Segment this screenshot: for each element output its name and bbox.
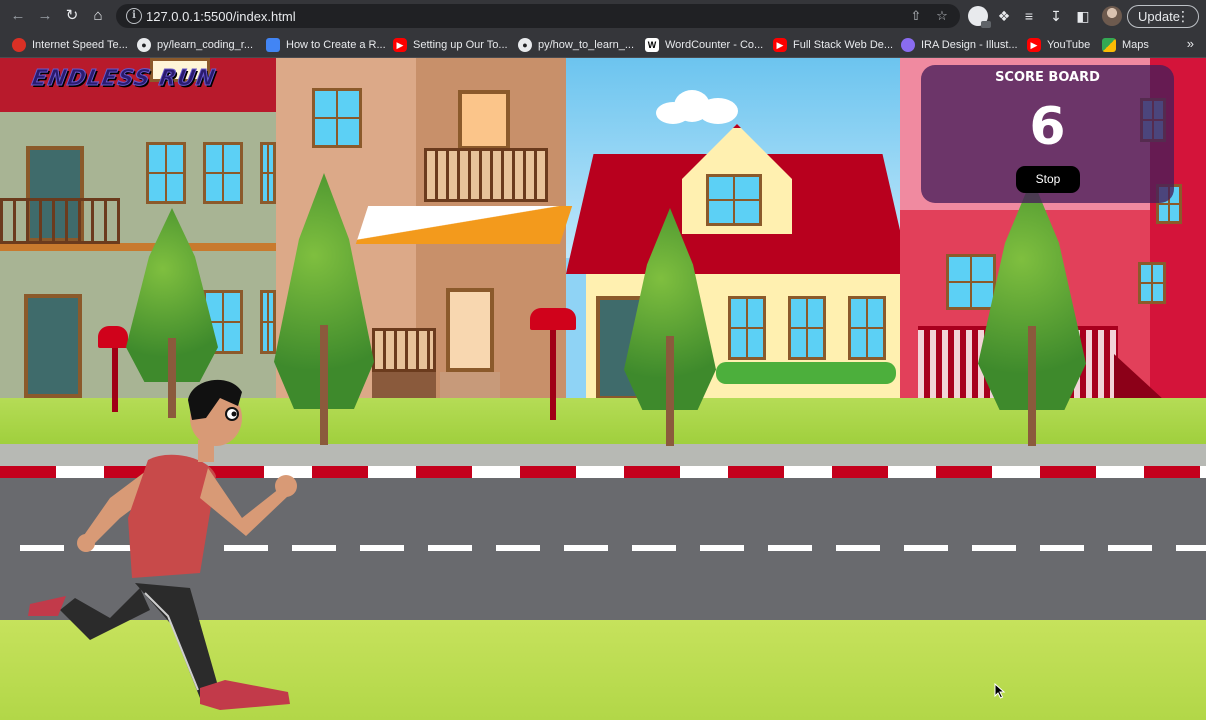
profile-avatar[interactable] [1102, 6, 1122, 26]
bookmark-item[interactable]: ▶ YouTube [1027, 37, 1090, 53]
address-bar-url[interactable]: 127.0.0.1:5500/index.html [146, 9, 296, 24]
bookmarks-bar: Internet Speed Te... ● py/learn_coding_r.… [0, 32, 1206, 58]
youtube-icon: ▶ [393, 38, 407, 53]
bookmark-item[interactable]: IRA Design - Illust... [901, 37, 1018, 53]
bookmark-item[interactable]: ▶ Setting up Our To... [393, 37, 508, 53]
update-button-label: Update [1138, 9, 1180, 24]
tree [978, 178, 1086, 446]
update-button[interactable]: Update ⋮ [1127, 5, 1199, 28]
bookmark-item[interactable]: ● py/how_to_learn_... [518, 37, 634, 53]
speedtest-icon [12, 38, 26, 53]
youtube-icon: ▶ [773, 38, 787, 53]
runner-character [28, 379, 297, 710]
game-logo: ENDLESS RUN [29, 66, 218, 92]
download-icon[interactable]: ↧ [1047, 7, 1065, 25]
bookmark-item[interactable]: ● py/learn_coding_r... [137, 37, 253, 53]
forward-arrow-icon[interactable]: → [35, 6, 55, 26]
github-icon: ● [137, 38, 151, 53]
bookmark-item[interactable]: W WordCounter - Co... [645, 37, 763, 53]
share-icon[interactable]: ⇧ [908, 8, 924, 24]
scoreboard-panel: SCORE BOARD 6 Stop [921, 65, 1174, 203]
bookmark-star-icon[interactable]: ☆ [934, 8, 950, 24]
reload-icon[interactable]: ↻ [62, 6, 82, 26]
extension-ghost-icon[interactable] [968, 6, 991, 28]
extensions-puzzle-icon[interactable]: ❖ [995, 7, 1013, 25]
scoreboard-title: SCORE BOARD [995, 70, 1100, 85]
site-info-icon[interactable]: i [126, 8, 142, 24]
bookmark-item[interactable]: How to Create a R... [266, 37, 386, 53]
more-options-icon[interactable]: ⋮ [1176, 6, 1190, 27]
bookmark-item[interactable]: Maps [1102, 37, 1149, 53]
side-panel-icon[interactable]: ◧ [1074, 7, 1092, 25]
mouse-pointer-icon [994, 683, 1006, 699]
maps-icon [1102, 38, 1116, 53]
reading-list-icon[interactable]: ≡ [1020, 7, 1038, 25]
address-bar[interactable]: i 127.0.0.1:5500/index.html ⇧ ☆ [116, 4, 960, 28]
house-red-roof [566, 118, 910, 400]
home-icon[interactable]: ⌂ [88, 6, 108, 26]
youtube-icon: ▶ [1027, 38, 1041, 53]
score-value: 6 [1029, 97, 1066, 157]
bookmark-favicon [266, 38, 280, 53]
github-icon: ● [518, 38, 532, 53]
browser-toolbar: ← → ↻ ⌂ i 127.0.0.1:5500/index.html ⇧ ☆ … [0, 0, 1206, 32]
stop-button[interactable]: Stop [1016, 166, 1080, 193]
bookmark-item[interactable]: Internet Speed Te... [12, 37, 128, 53]
ira-design-icon [901, 38, 915, 53]
tree [624, 208, 716, 446]
bookmark-item[interactable]: ▶ Full Stack Web De... [773, 37, 893, 53]
wordcounter-icon: W [645, 38, 659, 53]
back-arrow-icon[interactable]: ← [8, 6, 28, 26]
bookmarks-overflow-icon[interactable]: » [1187, 36, 1194, 51]
game-canvas[interactable]: ENDLESS RUN SCORE BOARD 6 Stop [0, 58, 1206, 720]
